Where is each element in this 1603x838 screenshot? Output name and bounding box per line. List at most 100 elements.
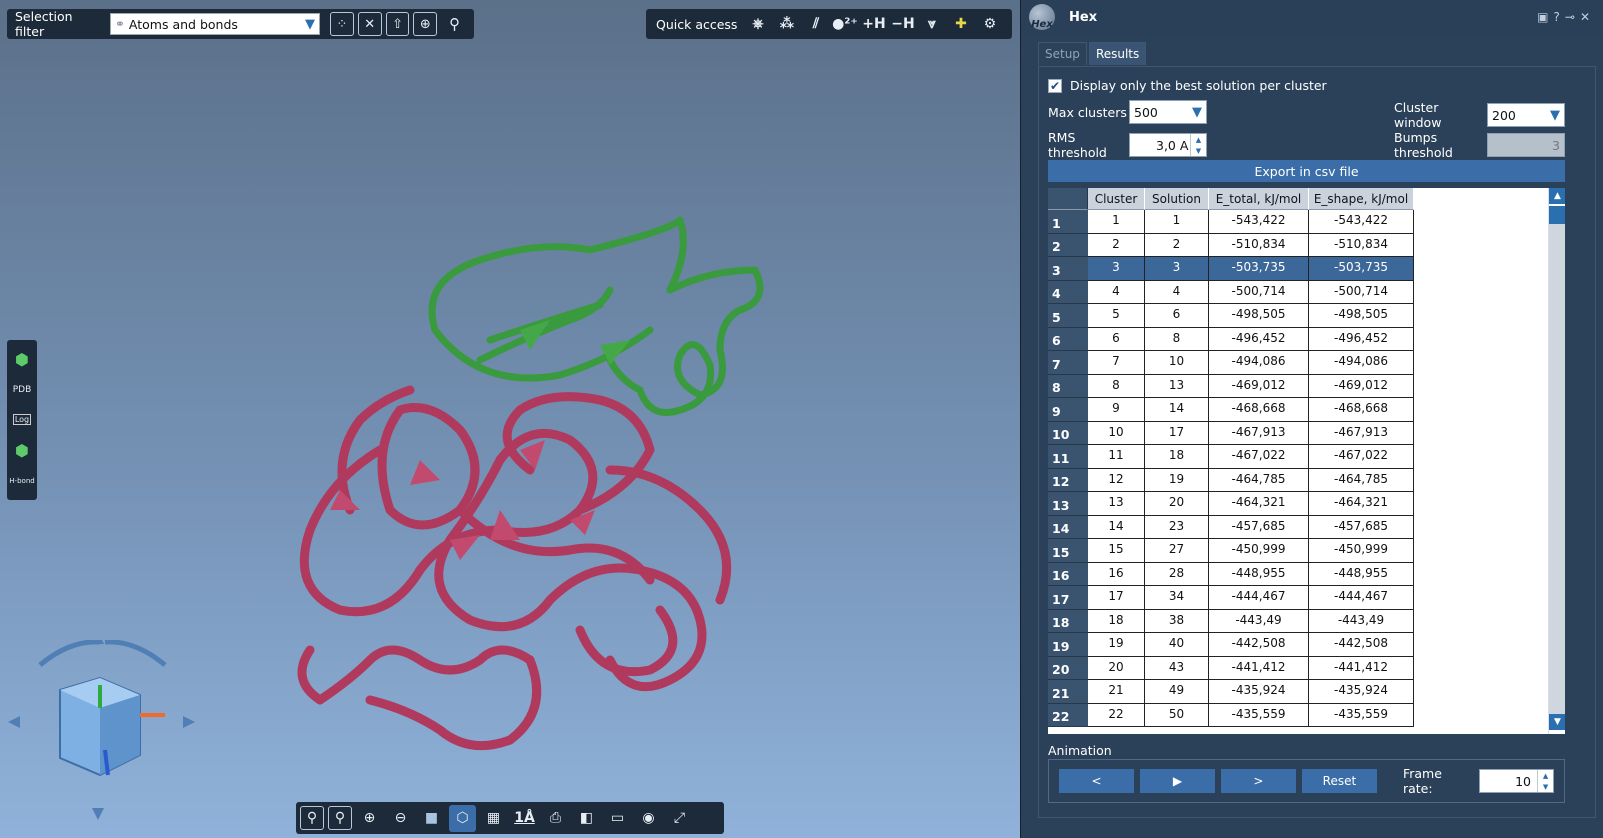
table-row[interactable]: 15 15 27 -450,999 -450,999 [1048,539,1414,563]
export-csv-button[interactable]: Export in csv file [1048,160,1565,182]
row-number[interactable]: 21 [1048,680,1088,704]
steering-wheel-button[interactable]: ⎈ [744,11,771,38]
anim-play-button[interactable]: ▶ [1139,769,1215,793]
table-row[interactable]: 18 18 38 -443,49 -443,49 [1048,609,1414,633]
table-cell[interactable]: 1 [1088,210,1145,234]
add-atoms-button[interactable]: ⁂ [773,11,800,38]
pdb-download-button[interactable]: PDB [9,377,35,403]
add-hydrogens-button[interactable]: +H [860,11,887,38]
table-cell[interactable]: -464,321 [1209,492,1309,516]
table-cell[interactable]: 16 [1088,562,1145,586]
table-cell[interactable]: 20 [1145,492,1209,516]
table-row[interactable]: 1 1 1 -543,422 -543,422 [1048,210,1414,234]
anim-next-button[interactable]: > [1220,769,1296,793]
table-cell[interactable]: -503,735 [1209,257,1309,281]
molecule-button[interactable]: ⬢ [9,346,35,372]
table-cell[interactable]: 10 [1088,421,1145,445]
row-number[interactable]: 8 [1048,374,1088,398]
rms-threshold-spinner[interactable]: ▲ ▼ [1190,134,1206,156]
right-arrow[interactable] [183,716,195,728]
row-number[interactable]: 17 [1048,586,1088,610]
table-cell[interactable]: -457,685 [1309,515,1414,539]
table-cell[interactable]: 14 [1145,398,1209,422]
table-cell[interactable]: -464,785 [1209,468,1309,492]
table-cell[interactable]: 43 [1145,656,1209,680]
row-number[interactable]: 22 [1048,703,1088,727]
table-cell[interactable]: -450,999 [1309,539,1414,563]
table-row[interactable]: 8 8 13 -469,012 -469,012 [1048,374,1414,398]
column-header-solution[interactable]: Solution [1145,188,1209,210]
table-cell[interactable]: 38 [1145,609,1209,633]
settings-button[interactable]: ⚙ [976,11,1003,38]
3d-viewport[interactable]: Selection filter ⚭ Atoms and bonds ▼ ⁘ ✕… [0,0,1020,838]
row-number[interactable]: 2 [1048,233,1088,257]
zoom-fit-button[interactable]: ⚲ [300,806,324,830]
protein-structure[interactable] [250,210,770,770]
table-cell[interactable]: 7 [1088,351,1145,375]
table-cell[interactable]: 9 [1088,398,1145,422]
row-number[interactable]: 7 [1048,351,1088,375]
table-row[interactable]: 7 7 10 -494,086 -494,086 [1048,351,1414,375]
row-number[interactable]: 6 [1048,327,1088,351]
spin-up-icon[interactable]: ▲ [1190,134,1206,145]
spin-up-icon[interactable]: ▲ [1537,770,1553,781]
table-row[interactable]: 5 5 6 -498,505 -498,505 [1048,304,1414,328]
table-cell[interactable]: -435,924 [1309,680,1414,704]
row-number[interactable]: 15 [1048,539,1088,563]
select-up-button[interactable]: ⇧ [385,12,410,36]
table-row[interactable]: 22 22 50 -435,559 -435,559 [1048,703,1414,727]
remove-hydrogens-button[interactable]: −H [889,11,916,38]
table-cell[interactable]: 11 [1088,445,1145,469]
table-cell[interactable]: -435,559 [1209,703,1309,727]
table-row[interactable]: 11 11 18 -467,022 -467,022 [1048,445,1414,469]
table-cell[interactable]: 19 [1145,468,1209,492]
selection-filter-combo[interactable]: ⚭ Atoms and bonds ▼ [109,13,321,35]
table-cell[interactable]: -468,668 [1309,398,1414,422]
table-cell[interactable]: -500,714 [1209,280,1309,304]
table-row[interactable]: 3 3 3 -503,735 -503,735 [1048,257,1414,281]
table-cell[interactable]: -496,452 [1309,327,1414,351]
zoom-out-button[interactable]: ⊖ [387,805,414,832]
table-cell[interactable]: 49 [1145,680,1209,704]
zoom-in-button[interactable]: ⊕ [356,805,383,832]
table-cell[interactable]: 18 [1145,445,1209,469]
table-cell[interactable]: -543,422 [1309,210,1414,234]
row-number[interactable]: 10 [1048,421,1088,445]
minimize-button[interactable]: ⩔ [918,11,945,38]
table-cell[interactable]: -435,924 [1209,680,1309,704]
table-row[interactable]: 13 13 20 -464,321 -464,321 [1048,492,1414,516]
table-cell[interactable]: -457,685 [1209,515,1309,539]
table-row[interactable]: 21 21 49 -435,924 -435,924 [1048,680,1414,704]
table-cell[interactable]: -510,834 [1309,233,1414,257]
column-header-e-total[interactable]: E_total, kJ/mol [1209,188,1309,210]
molecule-2-button[interactable]: ⬢ [9,437,35,463]
table-cell[interactable]: -503,735 [1309,257,1414,281]
table-cell[interactable]: 6 [1088,327,1145,351]
table-cell[interactable]: 28 [1145,562,1209,586]
background-button[interactable]: ■ [418,805,445,832]
row-number[interactable]: 13 [1048,492,1088,516]
row-number[interactable]: 3 [1048,257,1088,281]
left-arrow[interactable] [8,716,20,728]
row-number[interactable]: 12 [1048,468,1088,492]
log-button[interactable]: Log [9,407,35,433]
table-cell[interactable]: 15 [1088,539,1145,563]
table-cell[interactable]: -448,955 [1309,562,1414,586]
table-cell[interactable]: 23 [1145,515,1209,539]
row-number[interactable]: 20 [1048,656,1088,680]
rotate-left-arrow[interactable] [38,640,101,667]
perspective-button[interactable]: ⬡ [449,804,476,832]
frame-rate-input[interactable]: 10 ▲ ▼ [1478,769,1555,793]
pin-icon[interactable]: ⊸ [1565,10,1580,24]
add-ligand-button[interactable]: ✚ [947,11,974,38]
scroll-track[interactable] [1549,224,1565,714]
table-cell[interactable]: -441,412 [1209,656,1309,680]
row-number[interactable]: 18 [1048,609,1088,633]
scroll-down-icon[interactable]: ▼ [1549,714,1565,730]
rms-threshold-input[interactable]: 3,0 A ▲ ▼ [1129,133,1207,157]
table-cell[interactable]: 5 [1088,304,1145,328]
table-cell[interactable]: 21 [1088,680,1145,704]
frame-rate-spinner[interactable]: ▲ ▼ [1537,770,1553,792]
cluster-window-select[interactable]: 200 ▼ [1487,103,1565,127]
table-cell[interactable]: -496,452 [1209,327,1309,351]
